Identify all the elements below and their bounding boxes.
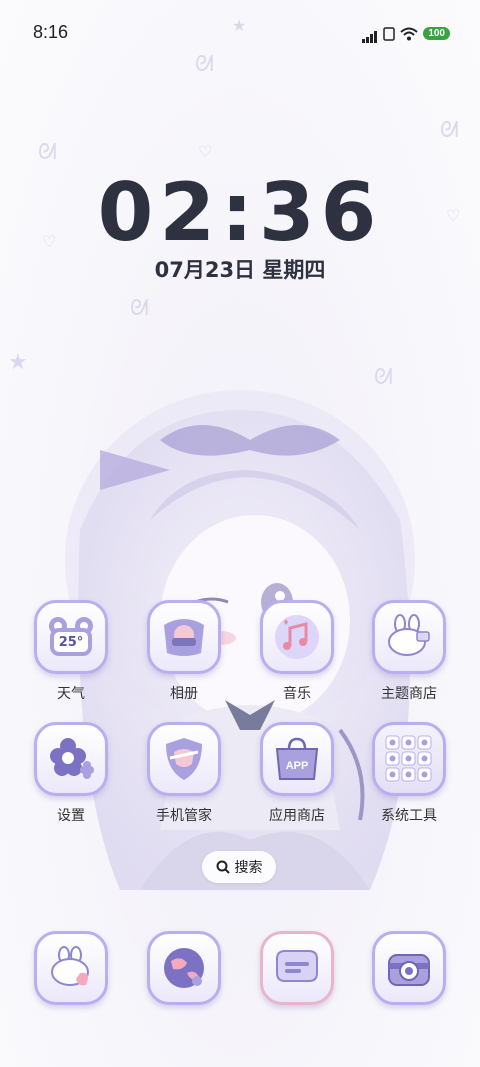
app-label: 相册 — [170, 686, 198, 702]
heart-decor-icon: ♡ — [198, 142, 213, 161]
search-icon — [216, 860, 230, 874]
app-app-store[interactable]: APP 应用商店 — [257, 722, 337, 825]
status-time: 8:16 — [33, 22, 69, 42]
signal-icon — [362, 24, 378, 43]
star-decor-icon: ★ — [8, 350, 28, 375]
music-note-icon[interactable] — [260, 600, 334, 674]
gear-flower-icon[interactable] — [34, 722, 108, 796]
search-button[interactable]: 搜索 — [202, 851, 276, 883]
dock-browser[interactable] — [144, 931, 224, 1005]
app-label: 应用商店 — [269, 808, 325, 824]
clock-widget-date: 07月23日 星期四 — [154, 258, 326, 282]
search-label: 搜索 — [234, 860, 263, 876]
app-label: 手机管家 — [156, 808, 212, 824]
app-bag-icon[interactable]: APP — [260, 722, 334, 796]
dock-messages[interactable] — [257, 931, 337, 1005]
camera-icon[interactable] — [372, 931, 446, 1005]
app-gallery[interactable]: 相册 — [144, 600, 224, 703]
app-system-tools-folder[interactable]: 系统工具 — [369, 722, 449, 825]
bunny-decor-icon: ᘛ — [195, 52, 214, 77]
bunny-decor-icon: ᘛ — [130, 296, 149, 321]
bunny-phone-icon[interactable] — [34, 931, 108, 1005]
app-theme-store[interactable]: 主题商店 — [369, 600, 449, 703]
app-label: 系统工具 — [381, 808, 437, 824]
shield-icon[interactable] — [147, 722, 221, 796]
weather-temp-badge: 25° — [58, 634, 84, 650]
folder-grid-icon[interactable] — [372, 722, 446, 796]
app-weather[interactable]: 25° 天气 — [31, 600, 111, 703]
dock-phone[interactable] — [31, 931, 111, 1005]
clock-widget-time[interactable]: 02:36 — [0, 166, 480, 259]
sim-icon — [383, 26, 396, 41]
battery-indicator: 100 — [423, 27, 450, 40]
app-label: 主题商店 — [381, 686, 437, 702]
app-store-badge: APP — [286, 760, 309, 772]
app-label: 设置 — [57, 808, 85, 824]
star-decor-icon: ★ — [232, 16, 247, 35]
dock-camera[interactable] — [369, 931, 449, 1005]
app-label: 天气 — [57, 686, 85, 702]
bunny-decor-icon: ᘛ — [440, 118, 459, 143]
bunny-brush-icon[interactable] — [372, 600, 446, 674]
gallery-icon[interactable] — [147, 600, 221, 674]
bunny-decor-icon: ᘛ — [38, 140, 57, 165]
weather-frog-icon[interactable]: 25° — [34, 600, 108, 674]
app-music[interactable]: 音乐 — [257, 600, 337, 703]
app-label: 音乐 — [283, 686, 311, 702]
app-settings[interactable]: 设置 — [31, 722, 111, 825]
status-icons: 100 — [362, 24, 450, 43]
planet-icon[interactable] — [147, 931, 221, 1005]
wifi-icon — [400, 27, 418, 40]
message-icon[interactable] — [260, 931, 334, 1005]
app-phone-manager[interactable]: 手机管家 — [144, 722, 224, 825]
